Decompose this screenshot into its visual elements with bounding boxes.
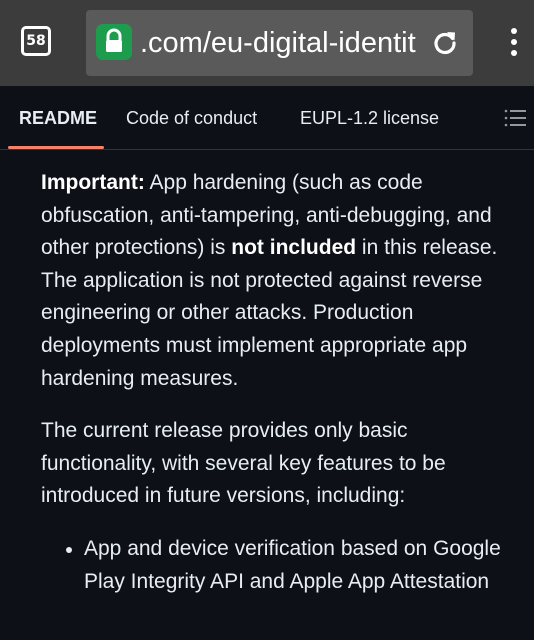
readme-content: Important: App hardening (such as code o…: [41, 167, 511, 598]
table-of-contents-icon[interactable]: [504, 107, 526, 129]
reload-icon[interactable]: [430, 28, 460, 58]
release-paragraph: The current release provides only basic …: [41, 419, 446, 508]
bullet-icon: [66, 546, 72, 553]
important-label: Important:: [41, 171, 145, 194]
repo-file-tabs: README Code of conduct EUPL-1.2 license: [0, 86, 534, 150]
important-text-end: in this release. The application is not …: [41, 236, 498, 390]
tab-code-of-conduct[interactable]: Code of conduct: [126, 107, 257, 129]
tab-license[interactable]: EUPL-1.2 license: [300, 107, 439, 129]
not-included-emphasis: not included: [231, 236, 357, 260]
tab-switcher-button[interactable]: 58: [21, 26, 51, 56]
browser-toolbar: 58 .com/eu-digital-identity: [0, 0, 534, 86]
overflow-menu-icon[interactable]: [504, 26, 524, 60]
lock-icon[interactable]: [96, 24, 132, 60]
feature-list: App and device verification based on Goo…: [41, 533, 511, 598]
feature-text: App and device verification based on Goo…: [84, 536, 501, 593]
important-note: Important: App hardening (such as code o…: [41, 167, 511, 395]
list-item: App and device verification based on Goo…: [41, 533, 511, 598]
address-bar[interactable]: .com/eu-digital-identity: [86, 10, 473, 76]
url-text[interactable]: .com/eu-digital-identity: [140, 25, 416, 65]
tab-readme[interactable]: README: [19, 107, 97, 129]
active-tab-indicator: [8, 146, 104, 149]
